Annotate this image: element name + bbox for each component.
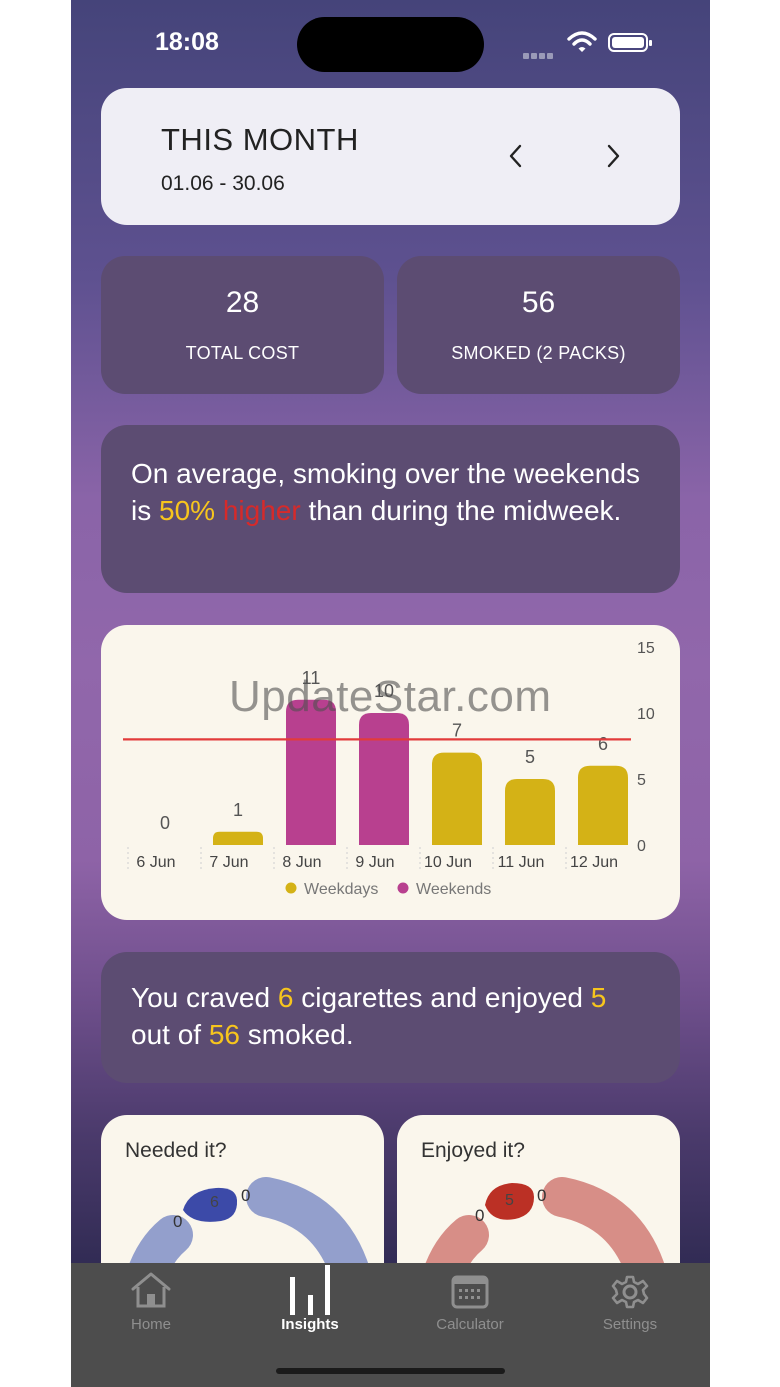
smoked-card: 56 SMOKED (2 PACKS): [397, 256, 680, 394]
enjoyed-count: 5: [590, 982, 607, 1013]
gauge-value: 6: [210, 1194, 219, 1211]
insight-text-end: than during the midweek.: [300, 495, 622, 526]
insight-percent: 50%: [159, 495, 216, 526]
cravings-text-2: cigarettes and enjoyed: [293, 982, 591, 1013]
weekend-insight-card: On average, smoking over the weekends is…: [101, 425, 680, 593]
wifi-icon: [567, 31, 597, 52]
y-tick-label: 15: [637, 640, 655, 657]
bar: [213, 831, 263, 845]
bar-chart-icon: [290, 1265, 330, 1315]
next-period-button[interactable]: [600, 144, 624, 168]
cravings-text: You craved: [131, 982, 278, 1013]
cravings-text-3: out of: [131, 1019, 209, 1050]
data-label: 7: [452, 721, 462, 741]
gauge-right-label: 0: [537, 1186, 546, 1205]
tab-settings[interactable]: Settings: [550, 1263, 710, 1353]
total-cost-value: 28: [225, 286, 260, 319]
x-tick-label: 11 Jun: [498, 854, 545, 871]
gauge-left-label: 0: [475, 1206, 484, 1225]
data-label: 1: [233, 800, 243, 820]
y-tick-label: 10: [637, 706, 655, 723]
tab-insights[interactable]: Insights: [230, 1263, 390, 1353]
smoked-total: 56: [208, 1019, 240, 1050]
tab-settings-label: Settings: [602, 1316, 658, 1333]
watermark: UpdateStar.com: [229, 672, 552, 721]
bar: [578, 765, 628, 845]
legend-label: Weekdays: [304, 881, 378, 898]
bar: [432, 752, 482, 845]
cellular-signal-icon: [523, 46, 555, 64]
tab-home[interactable]: Home: [71, 1263, 231, 1353]
y-tick-label: 5: [637, 772, 646, 789]
tab-insights-label: Insights: [281, 1316, 339, 1333]
x-tick-label: 7 Jun: [209, 854, 248, 871]
home-icon: [131, 1272, 171, 1308]
daily-bar-chart: 05101506 Jun17 Jun118 Jun109 Jun710 Jun5…: [123, 640, 655, 898]
period-title: THIS MONTH: [161, 122, 359, 157]
previous-period-button[interactable]: [505, 144, 529, 168]
legend-marker: [285, 882, 297, 894]
gauge-value: 5: [505, 1192, 514, 1209]
legend-marker: [397, 882, 409, 894]
gauge-left-label: 0: [173, 1212, 182, 1231]
bar: [359, 713, 409, 845]
tab-calculator[interactable]: Calculator: [390, 1263, 550, 1353]
tab-calculator-label: Calculator: [436, 1316, 504, 1333]
dynamic-island: [297, 17, 484, 72]
x-tick-label: 10 Jun: [424, 854, 472, 871]
data-label: 5: [525, 747, 535, 767]
data-label: 0: [160, 813, 170, 833]
period-range: 01.06 - 30.06: [161, 172, 285, 195]
data-label: 6: [598, 734, 608, 754]
craved-count: 6: [277, 982, 294, 1013]
cravings-text-4: smoked.: [240, 1019, 354, 1050]
legend-label: Weekends: [416, 881, 491, 898]
x-tick-label: 8 Jun: [282, 854, 321, 871]
calculator-icon: [451, 1275, 489, 1309]
gear-icon: [611, 1275, 649, 1309]
total-cost-label: TOTAL COST: [185, 343, 300, 363]
insight-direction: higher: [215, 495, 301, 526]
x-tick-label: 9 Jun: [355, 854, 394, 871]
total-cost-card: 28 TOTAL COST: [101, 256, 384, 394]
smoked-label: SMOKED (2 PACKS): [451, 343, 626, 363]
daily-chart-card: 0 5 10 15 0 6 Jun 1 7 Jun 11 8 Jun 10 9 Jun 7 10 Jun 5…: [101, 625, 680, 920]
y-tick-label: 0: [637, 838, 646, 855]
period-selector-card: THIS MONTH 01.06 - 30.06: [101, 88, 680, 225]
app-screen: 18:08 THIS MONTH 01.06 - 30.06 28 TOTAL …: [71, 0, 710, 1387]
status-time: 18:08: [155, 28, 219, 56]
smoked-value: 56: [521, 286, 556, 319]
bar: [505, 779, 555, 845]
cravings-card: You craved 6 cigarettes and enjoyed 5 ou…: [101, 952, 680, 1083]
x-tick-label: 12 Jun: [570, 854, 618, 871]
gauge-right-label: 0: [241, 1186, 250, 1205]
battery-icon: [608, 33, 652, 52]
x-tick-label: 6 Jun: [136, 854, 175, 871]
tab-home-label: Home: [130, 1316, 171, 1333]
home-indicator[interactable]: [276, 1368, 505, 1374]
